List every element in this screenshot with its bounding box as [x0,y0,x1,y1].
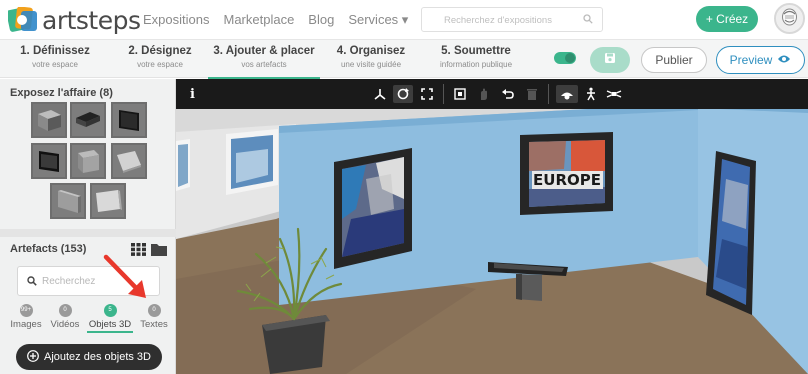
category-label: Vidéos [50,319,80,330]
step-title: 4. Organisez [336,45,406,57]
artefacts-title: Artefacts (153) [10,243,87,255]
logo-mark-icon [6,6,38,33]
step-subtitle: vos artefacts [241,60,287,69]
avatar-icon[interactable] [774,3,805,34]
object-thumbnail[interactable] [31,102,67,138]
main-nav: Expositions Marketplace Blog Services ▾ [143,12,408,28]
logo-text: artsteps [42,5,141,35]
rotate-icon[interactable] [393,85,413,103]
step-subtitle: une visite guidée [340,60,402,69]
walk-icon[interactable] [581,85,601,103]
active-category-indicator [87,331,133,333]
step-subtitle: votre espace [32,60,78,69]
toolbar-separator [548,84,549,104]
nav-link-expositions[interactable]: Expositions [143,12,209,28]
copy-icon[interactable] [450,85,470,103]
category-count: 5 [103,304,117,317]
category-count: 0 [58,304,72,317]
create-button[interactable]: + Créez [696,6,758,32]
category-label: Images [10,319,42,330]
add-3d-objects-button[interactable]: Ajoutez des objets 3D [16,344,162,370]
nav-link-marketplace[interactable]: Marketplace [223,12,294,28]
trash-icon[interactable] [522,85,542,103]
category-videos[interactable]: 0 Vidéos [45,304,85,330]
drone-icon[interactable] [604,85,624,103]
step-organisez[interactable]: 4. Organisez une visite guidée [321,45,421,69]
plus-circle-icon [27,349,39,365]
category-label: Textes [140,319,168,330]
3d-viewport[interactable]: EUROPE i [176,79,808,374]
artsteps-logo[interactable]: artsteps [6,5,141,35]
step-definissez[interactable]: 1. Définissez votre espace [5,45,105,69]
object-thumbnail[interactable] [31,143,67,179]
step-title: 5. Soumettre [441,45,511,57]
step-title: 1. Définissez [20,45,90,57]
add-3d-objects-label: Ajoutez des objets 3D [43,351,151,363]
category-label: Objets 3D [88,319,132,330]
search-icon[interactable] [583,14,593,27]
search-icon [27,276,37,289]
step-title: 3. Ajouter & placer [213,45,315,57]
step-soumettre[interactable]: 5. Soumettre information publique [426,45,526,69]
preview-label: Preview [729,53,773,67]
step-designez[interactable]: 2. Désignez votre espace [110,45,210,69]
hand-icon[interactable] [474,85,494,103]
object-thumbnail[interactable] [111,143,147,179]
info-button[interactable]: i [190,87,195,102]
object-thumbnail[interactable] [90,183,126,219]
preview-button[interactable]: Preview [716,46,805,74]
eye-icon [777,53,791,67]
publish-label: Publier [655,53,693,67]
panel-divider [0,229,176,237]
move-icon[interactable] [370,85,390,103]
object-thumbnail[interactable] [70,143,106,179]
object-thumbnail[interactable] [70,102,106,138]
artefact-search-placeholder: Recherchez [42,276,96,287]
viewport-toolbar: i [176,79,808,109]
nav-link-services[interactable]: Services ▾ [348,12,408,28]
category-objets-3d[interactable]: 5 Objets 3D [88,304,132,330]
annotation-arrow-icon [103,254,146,298]
affaire-title: Exposez l'affaire (8) [10,87,113,99]
undo-icon[interactable] [498,85,518,103]
painting-text: EUROPE [533,171,601,189]
scale-icon[interactable] [417,85,437,103]
search-placeholder: Recherchez d'expositions [444,15,552,26]
category-images[interactable]: 99+ Images [6,304,46,330]
visibility-toggle[interactable] [554,52,576,64]
object-thumbnail[interactable] [111,102,147,138]
object-thumbnail[interactable] [50,183,86,219]
step-subtitle: information publique [439,60,513,69]
top-navigation: artsteps Expositions Marketplace Blog Se… [0,0,808,40]
nav-link-blog[interactable]: Blog [308,12,334,28]
category-count: 99+ [19,304,33,317]
save-icon [604,51,616,69]
publish-button[interactable]: Publier [641,47,707,73]
exposition-search-input[interactable]: Recherchez d'expositions [421,7,603,32]
category-textes[interactable]: 0 Textes [134,304,174,330]
step-title: 2. Désignez [128,45,192,57]
save-button[interactable] [590,47,630,73]
step-ajouter-placer[interactable]: 3. Ajouter & placer vos artefacts [208,45,320,79]
step-subtitle: votre espace [137,60,183,69]
view-mode-icon[interactable] [556,85,578,103]
exhibition-scene[interactable]: EUROPE [176,79,808,374]
toolbar-separator [443,84,444,104]
create-label: + Créez [705,12,749,26]
category-count: 0 [147,304,161,317]
folder-icon[interactable] [151,243,167,261]
